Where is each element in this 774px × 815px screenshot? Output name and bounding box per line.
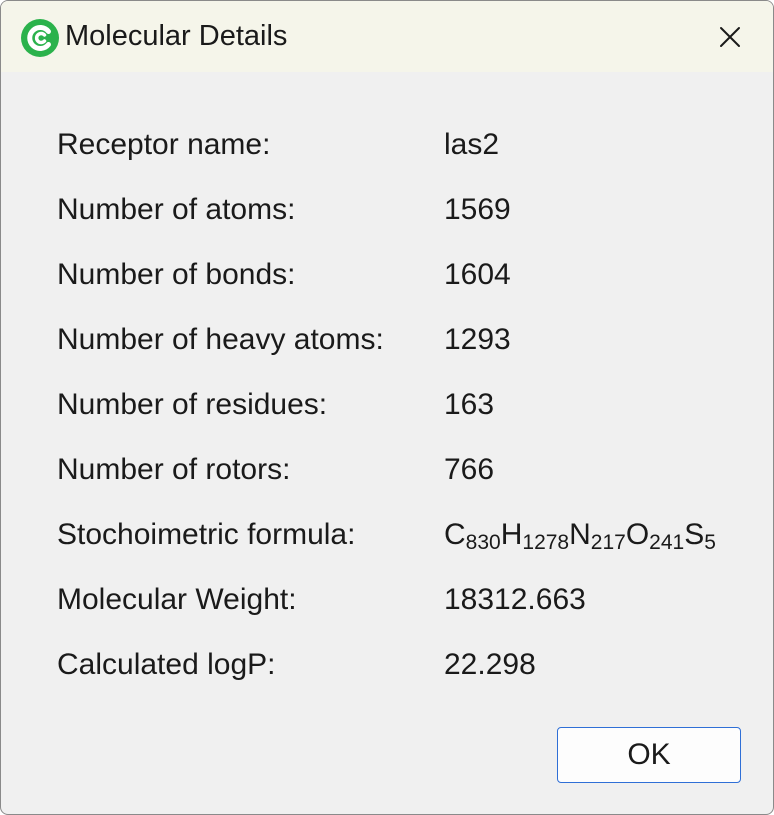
formula-element: N xyxy=(569,518,591,551)
detail-row-atoms: Number of atoms: 1569 xyxy=(57,178,747,243)
bonds-value: 1604 xyxy=(444,258,511,291)
heavy-atoms-label: Number of heavy atoms: xyxy=(57,323,384,356)
formula-element: O xyxy=(625,518,650,551)
green-c-logo-icon xyxy=(20,18,60,58)
detail-row-logp: Calculated logP: 22.298 xyxy=(57,633,747,698)
title-bar: Molecular Details xyxy=(1,1,773,72)
formula-count: 241 xyxy=(649,531,685,554)
formula-count: 1278 xyxy=(522,531,570,554)
detail-row-molecular-weight: Molecular Weight: 18312.663 xyxy=(57,568,747,633)
heavy-atoms-value: 1293 xyxy=(444,323,511,356)
bonds-label: Number of bonds: xyxy=(57,258,296,291)
formula-count: 217 xyxy=(590,531,626,554)
receptor-name-label: Receptor name: xyxy=(57,128,271,161)
details-list: Receptor name: las2 Number of atoms: 156… xyxy=(57,113,747,698)
detail-row-bonds: Number of bonds: 1604 xyxy=(57,243,747,308)
logp-value: 22.298 xyxy=(444,648,536,681)
detail-row-receptor-name: Receptor name: las2 xyxy=(57,113,747,178)
close-button[interactable] xyxy=(698,13,762,61)
residues-label: Number of residues: xyxy=(57,388,328,421)
receptor-name-value: las2 xyxy=(444,128,500,161)
residues-value: 163 xyxy=(444,388,495,421)
atoms-label: Number of atoms: xyxy=(57,193,296,226)
formula-label: Stochoimetric formula: xyxy=(57,518,356,551)
formula-count: 830 xyxy=(465,531,501,554)
window-title: Molecular Details xyxy=(65,20,288,52)
detail-row-heavy-atoms: Number of heavy atoms: 1293 xyxy=(57,308,747,373)
close-icon xyxy=(720,27,740,47)
atoms-value: 1569 xyxy=(444,193,511,226)
logp-label: Calculated logP: xyxy=(57,648,276,681)
ok-button[interactable]: OK xyxy=(557,727,741,783)
rotors-value: 766 xyxy=(444,453,495,486)
detail-row-residues: Number of residues: 163 xyxy=(57,373,747,438)
formula-element: H xyxy=(500,518,523,551)
rotors-label: Number of rotors: xyxy=(57,453,291,486)
detail-row-formula: Stochoimetric formula: C830H1278N217O241… xyxy=(57,503,747,568)
formula-element: S xyxy=(684,518,705,551)
formula-count: 5 xyxy=(704,531,716,554)
molecular-weight-value: 18312.663 xyxy=(444,583,586,616)
formula-element: C xyxy=(444,518,466,551)
molecular-weight-label: Molecular Weight: xyxy=(57,583,297,616)
molecular-details-dialog: Molecular Details Receptor name: las2 Nu… xyxy=(0,0,774,815)
detail-row-rotors: Number of rotors: 766 xyxy=(57,438,747,503)
formula-value: C830H1278N217O241S5 xyxy=(444,517,716,553)
